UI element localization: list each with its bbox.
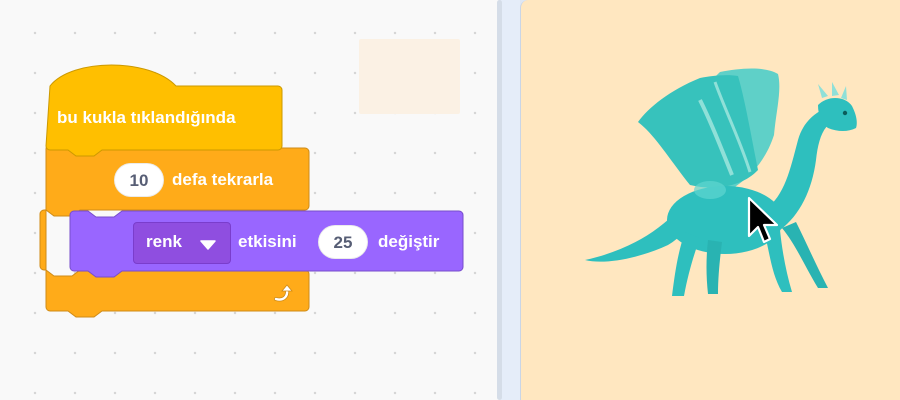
effect-block-label-end: değiştir: [378, 232, 440, 251]
dragon-leg-front-2: [782, 222, 828, 288]
hat-block-label: bu kukla tıklandığında: [57, 108, 236, 127]
dragon-wing-front: [638, 75, 758, 188]
dragon-sprite[interactable]: [560, 60, 880, 310]
effect-block-label-mid: etkisini: [238, 232, 297, 251]
repeat-count-input[interactable]: 10: [114, 163, 164, 197]
effect-amount-input[interactable]: 25: [318, 225, 368, 259]
code-area[interactable]: bu kukla tıklandığında 10 defa tekrarla …: [0, 0, 500, 400]
effect-dropdown[interactable]: renk: [133, 222, 231, 264]
code-area-scrollbar[interactable]: [497, 0, 502, 400]
loop-arrow-icon: [274, 284, 293, 302]
pane-divider: [500, 0, 520, 400]
mouse-pointer-icon: [747, 196, 779, 244]
chevron-down-icon: [200, 240, 216, 250]
script-stack: [39, 64, 464, 318]
dragon-leg-back: [672, 232, 700, 296]
dragon-leg-back-2: [706, 240, 722, 294]
repeat-block-label: defa tekrarla: [172, 170, 274, 189]
effect-dropdown-value: renk: [146, 232, 182, 251]
